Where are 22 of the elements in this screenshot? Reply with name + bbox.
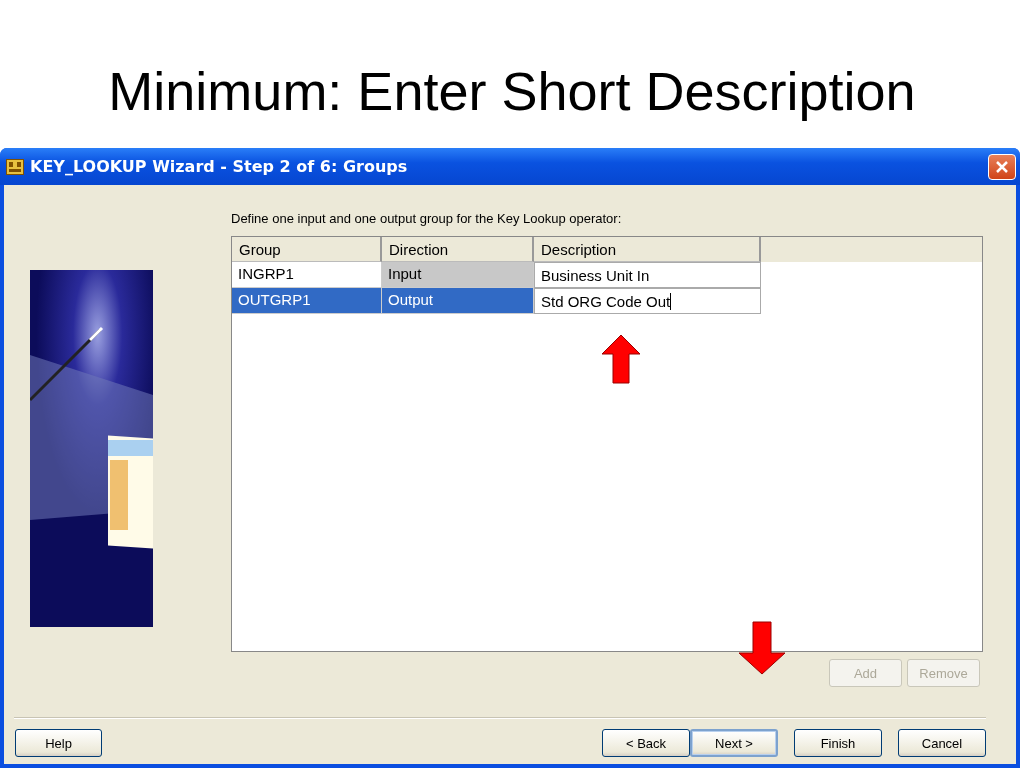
wizard-nav-button[interactable]: < Back — [602, 729, 690, 757]
wizard-nav-button[interactable]: Finish — [794, 729, 882, 757]
description-field[interactable]: Std ORG Code Out — [534, 288, 761, 314]
table-cell[interactable]: OUTGRP1 — [232, 288, 382, 314]
close-button[interactable] — [988, 153, 1016, 180]
wizard-nav-button[interactable]: Next > — [690, 729, 778, 757]
column-header[interactable]: Direction — [382, 237, 534, 262]
column-header[interactable]: Group — [232, 237, 382, 262]
column-header[interactable]: Description — [534, 237, 761, 262]
instruction-text: Define one input and one output group for the Key Lookup operator: — [231, 211, 623, 228]
table-cell[interactable]: Output — [382, 288, 534, 314]
table-cell[interactable]: Input — [382, 262, 534, 288]
up-arrow — [601, 334, 641, 384]
down-arrow — [738, 621, 786, 675]
slide-title: Minimum: Enter Short Description — [107, 60, 917, 123]
window-title: KEY_LOOKUP Wizard - Step 2 of 6: Groups — [30, 157, 409, 176]
app-icon — [6, 158, 24, 175]
wizard-nav-button[interactable]: Cancel — [898, 729, 986, 757]
description-field[interactable]: Business Unit In — [534, 262, 761, 288]
table-cell[interactable]: INGRP1 — [232, 262, 382, 288]
close-icon — [995, 159, 1009, 174]
help-button[interactable]: Help — [15, 729, 102, 757]
